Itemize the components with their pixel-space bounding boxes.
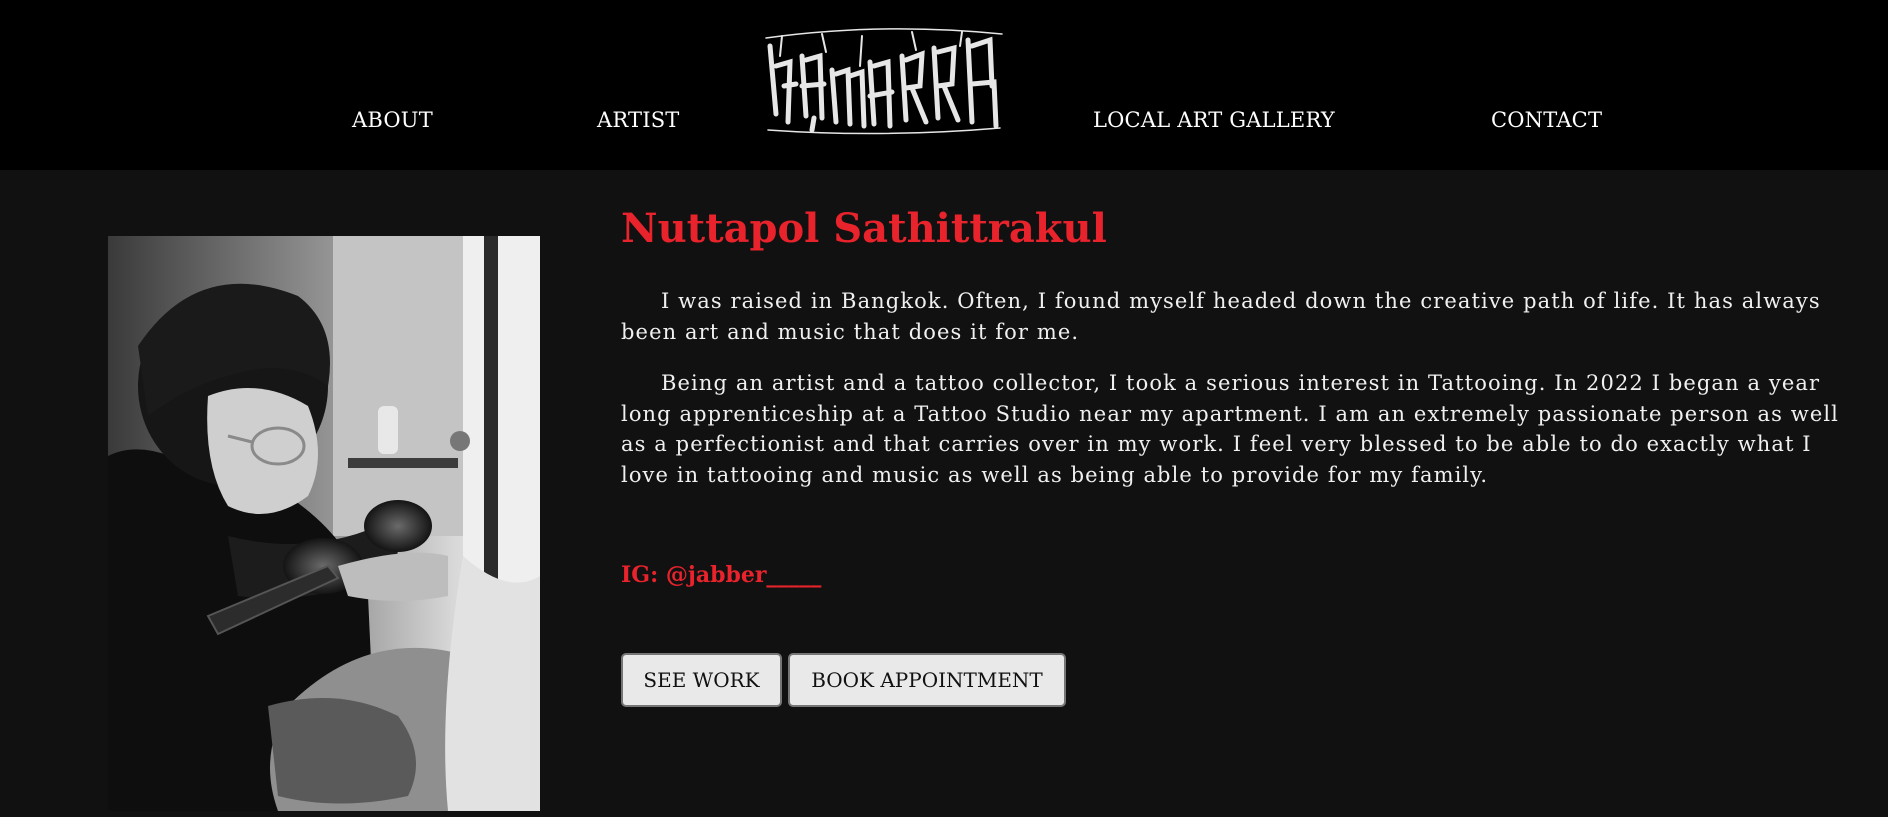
site-header: ABOUT ARTIST LOCAL ART GALLERY CONTACT — [0, 0, 1888, 170]
blackletter-logo-icon[interactable] — [762, 26, 1006, 136]
nav-local-art-gallery[interactable]: LOCAL ART GALLERY — [1093, 108, 1335, 132]
nav-contact[interactable]: CONTACT — [1491, 108, 1602, 132]
see-work-button[interactable]: SEE WORK — [621, 653, 782, 707]
bio-paragraph: Being an artist and a tattoo collector, … — [621, 371, 1839, 487]
instagram-handle-link[interactable]: IG: @jabber_____ — [621, 562, 821, 588]
artist-portrait-photo — [108, 236, 540, 811]
bio-paragraph: I was raised in Bangkok. Often, I found … — [621, 289, 1821, 344]
book-appointment-button[interactable]: BOOK APPOINTMENT — [788, 653, 1066, 707]
nav-artist[interactable]: ARTIST — [597, 108, 680, 132]
artist-name-heading: Nuttapol Sathittrakul — [621, 205, 1107, 252]
nav-about[interactable]: ABOUT — [352, 108, 433, 132]
